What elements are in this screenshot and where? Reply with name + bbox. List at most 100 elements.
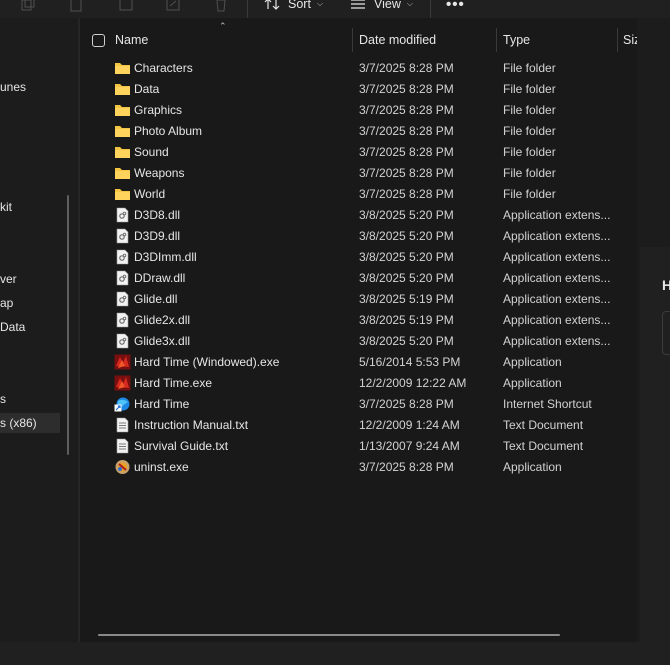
file-type: Application	[503, 376, 562, 390]
file-name: Characters	[134, 61, 193, 75]
nav-item[interactable]: unes	[0, 77, 26, 97]
file-row[interactable]: Sound 3/7/2025 8:28 PM File folder	[80, 142, 637, 163]
file-row[interactable]: Weapons 3/7/2025 8:28 PM File folder	[80, 163, 637, 184]
toolbar-separator	[247, 0, 248, 18]
nav-item[interactable]: Data	[0, 317, 25, 337]
file-date-modified: 3/8/2025 5:19 PM	[359, 313, 454, 327]
file-type: File folder	[503, 103, 556, 117]
file-type: File folder	[503, 61, 556, 75]
file-row[interactable]: uninst.exe 3/7/2025 8:28 PM Application	[80, 457, 637, 478]
file-type: Application extens...	[503, 250, 611, 264]
column-header-size[interactable]: Size	[623, 28, 637, 52]
file-date-modified: 3/7/2025 8:28 PM	[359, 61, 454, 75]
nav-item[interactable]: kit	[0, 197, 12, 217]
file-date-modified: 3/8/2025 5:19 PM	[359, 292, 454, 306]
file-row[interactable]: Instruction Manual.txt 12/2/2009 1:24 AM T…	[80, 415, 637, 436]
share-icon[interactable]	[165, 0, 181, 12]
uninstaller-icon	[114, 459, 131, 475]
file-name: Weapons	[134, 166, 185, 180]
file-name: Graphics	[134, 103, 183, 117]
file-date-modified: 1/13/2007 9:24 AM	[359, 439, 460, 453]
nav-item[interactable]: s	[0, 389, 6, 409]
file-type: Application extens...	[503, 208, 611, 222]
chevron-down-icon: ⌵	[406, 0, 413, 8]
details-panel: H	[640, 247, 670, 642]
file-date-modified: 3/7/2025 8:28 PM	[359, 145, 454, 159]
file-list-pane: ⌃ Name Date modified Type Size Character…	[80, 18, 637, 642]
file-name: Hard Time.exe	[134, 376, 213, 390]
column-header-date[interactable]: Date modified	[359, 28, 436, 52]
status-bar	[0, 642, 670, 665]
horizontal-scrollbar[interactable]	[98, 634, 560, 636]
file-type: Text Document	[503, 439, 584, 453]
file-row[interactable]: Survival Guide.txt 1/13/2007 9:24 AM Text …	[80, 436, 637, 457]
dll-file-icon	[114, 270, 131, 286]
file-row[interactable]: Glide2x.dll 3/8/2025 5:19 PM Application e…	[80, 310, 637, 331]
file-row[interactable]: Data 3/7/2025 8:28 PM File folder	[80, 79, 637, 100]
file-row[interactable]: Hard Time (Windowed).exe 5/16/2014 5:53 P…	[80, 352, 637, 373]
dll-file-icon	[114, 333, 131, 349]
text-file-icon	[114, 417, 131, 433]
file-name: Sound	[134, 145, 169, 159]
column-divider[interactable]	[617, 28, 618, 52]
file-row[interactable]: Hard Time 3/7/2025 8:28 PM Internet Shortc…	[80, 394, 637, 415]
file-type: Application	[503, 355, 562, 369]
sort-label: Sort	[288, 0, 311, 11]
file-name: D3D9.dll	[134, 229, 181, 243]
nav-item[interactable]: ap	[0, 293, 13, 313]
folder-icon	[114, 186, 131, 202]
column-divider[interactable]	[496, 28, 497, 52]
dll-file-icon	[114, 291, 131, 307]
file-name: Data	[134, 82, 160, 96]
file-name: D3D8.dll	[134, 208, 181, 222]
file-name: Glide2x.dll	[134, 313, 191, 327]
column-header-name[interactable]: Name	[115, 28, 148, 52]
folder-icon	[114, 102, 131, 118]
column-header: ⌃ Name Date modified Type Size	[80, 21, 637, 52]
column-divider[interactable]	[352, 28, 353, 52]
column-header-type[interactable]: Type	[503, 28, 530, 52]
folder-icon	[114, 60, 131, 76]
file-row[interactable]: Graphics 3/7/2025 8:28 PM File folder	[80, 100, 637, 121]
file-date-modified: 12/2/2009 12:22 AM	[359, 376, 467, 390]
folder-icon	[114, 81, 131, 97]
file-row[interactable]: D3D9.dll 3/8/2025 5:20 PM Application exte…	[80, 226, 637, 247]
file-row[interactable]: Hard Time.exe 12/2/2009 12:22 AM Applicati…	[80, 373, 637, 394]
select-all-checkbox[interactable]	[92, 34, 105, 47]
file-row[interactable]: World 3/7/2025 8:28 PM File folder	[80, 184, 637, 205]
file-row[interactable]: D3DImm.dll 3/8/2025 5:20 PM Application ex…	[80, 247, 637, 268]
file-row[interactable]: Characters 3/7/2025 8:28 PM File folder	[80, 58, 637, 79]
toolbar-separator	[430, 0, 431, 18]
dll-file-icon	[114, 312, 131, 328]
rename-icon[interactable]	[118, 0, 134, 12]
folder-icon	[114, 144, 131, 160]
file-date-modified: 3/7/2025 8:28 PM	[359, 166, 454, 180]
file-date-modified: 3/8/2025 5:20 PM	[359, 250, 454, 264]
sort-button[interactable]: Sort ⌵	[264, 0, 323, 11]
file-name: Instruction Manual.txt	[134, 418, 249, 432]
file-name: Survival Guide.txt	[134, 439, 229, 453]
file-row[interactable]: Photo Album 3/7/2025 8:28 PM File folder	[80, 121, 637, 142]
file-type: Application	[503, 460, 562, 474]
copy-icon[interactable]	[20, 0, 36, 12]
view-icon	[351, 0, 365, 9]
nav-item-selected[interactable]: s (x86)	[0, 413, 60, 433]
command-bar: Sort ⌵ View ⌵ •••	[0, 0, 670, 18]
nav-scrollbar[interactable]	[67, 195, 69, 455]
file-date-modified: 3/8/2025 5:20 PM	[359, 229, 454, 243]
file-row[interactable]: D3D8.dll 3/8/2025 5:20 PM Application exte…	[80, 205, 637, 226]
nav-item[interactable]: ver	[0, 269, 17, 289]
file-row[interactable]: Glide3x.dll 3/8/2025 5:20 PM Application e…	[80, 331, 637, 352]
file-row[interactable]: DDraw.dll 3/8/2025 5:20 PM Application ext…	[80, 268, 637, 289]
details-preview-box	[662, 311, 670, 355]
file-row[interactable]: Glide.dll 3/8/2025 5:19 PM Application ext…	[80, 289, 637, 310]
dll-file-icon	[114, 207, 131, 223]
details-title: H	[662, 277, 670, 293]
more-options-button[interactable]: •••	[446, 0, 465, 13]
paste-icon[interactable]	[68, 0, 84, 12]
file-type: Application extens...	[503, 334, 611, 348]
view-label: View	[374, 0, 401, 11]
delete-icon[interactable]	[213, 0, 229, 12]
folder-icon	[114, 123, 131, 139]
view-button[interactable]: View ⌵	[350, 0, 413, 11]
